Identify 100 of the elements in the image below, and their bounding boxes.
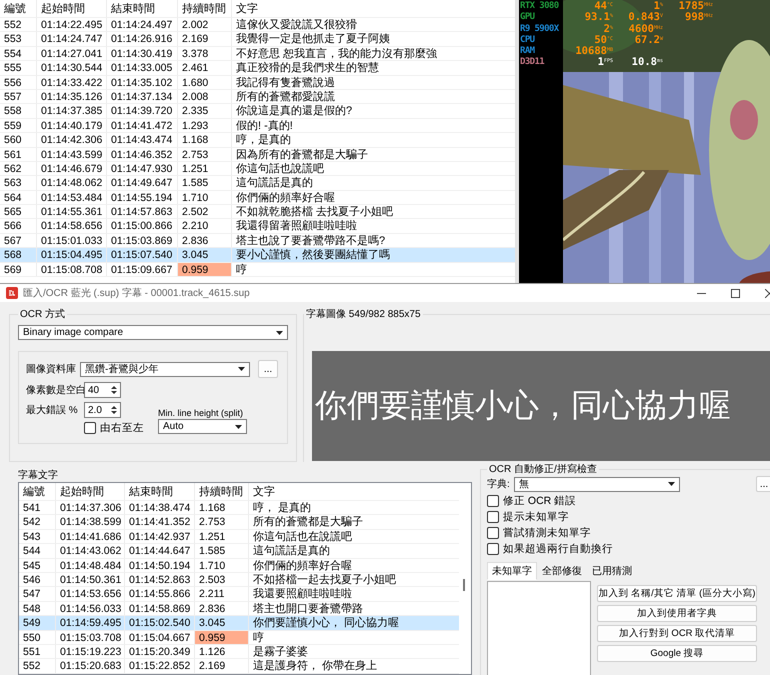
table-row[interactable]: 563 01:14:48.062 01:14:49.647 1.585 這句謊話是真的	[0, 176, 515, 191]
table-cell-text: 哼，是真的	[235, 133, 292, 147]
table-cell-text: 我還得留著照顧哇啦哇啦	[235, 219, 358, 233]
table-row[interactable]: 553 01:14:24.747 01:14:26.916 2.169 我覺得一定是他抓走了夏子阿姨	[0, 32, 515, 47]
table-row[interactable]: 552 01:14:22.495 01:14:24.497 2.002 這傢伙又愛說謊又很狡猾	[0, 18, 515, 32]
table-row[interactable]: 545 01:14:48.484 01:14:50.194 1.710 你們倆的頻率好合喔	[19, 558, 459, 573]
min-line-height-dropdown[interactable]: Auto	[158, 419, 247, 434]
table-cell-text: 我記得有隻蒼鷺說過	[235, 76, 336, 89]
table-cell: 01:14:55.361	[37, 205, 107, 218]
table-row[interactable]: 564 01:14:53.484 01:14:55.194 1.710 你們倆的頻率好合喔	[0, 190, 515, 206]
dictionary-dropdown[interactable]: 無	[514, 476, 680, 492]
table-cell-text: 所有的蒼鷺都愛說謊	[235, 90, 336, 104]
column-header[interactable]: 持續時間	[178, 0, 232, 17]
table-row[interactable]: 546 01:14:50.361 01:14:52.863 2.503 不如搭檔一起去找夏子小姐吧	[19, 572, 459, 588]
table-cell: 2.169	[178, 32, 232, 46]
table-row[interactable]: 569 01:15:08.708 01:15:09.667 0.959 哼	[0, 262, 515, 278]
table-cell-text: 這是護身符， 你帶在身上	[252, 659, 378, 673]
table-row[interactable]: 549 01:14:59.495 01:15:02.540 3.045 你們要謹慎小心， 同心協力喔	[19, 616, 459, 631]
checkbox[interactable]	[487, 494, 499, 506]
table-row[interactable]: 556 01:14:33.422 01:14:35.102 1.680 我記得有隻蒼鷺說過	[0, 76, 515, 90]
table-cell-text: 所有的蒼鷺都是大騙子	[252, 515, 364, 529]
table-cell-text: 不如就乾脆搭檔 去找夏子小姐吧	[235, 205, 394, 218]
table-cell: 01:14:40.179	[37, 118, 107, 132]
table-row[interactable]: 558 01:14:37.385 01:14:39.720 2.335 你說這是真的還是假的?	[0, 104, 515, 119]
browse-button[interactable]: ...	[258, 360, 278, 378]
table-row[interactable]: 543 01:14:41.686 01:14:42.937 1.251 你這句話也在說謊吧	[19, 530, 459, 544]
spin-arrows-icon[interactable]	[111, 405, 117, 415]
caret-icon	[238, 367, 245, 371]
column-header[interactable]: 文字	[249, 483, 459, 500]
table-cell: 544	[19, 544, 56, 558]
action-button[interactable]: 加入行對到 OCR 取代清單	[597, 625, 757, 642]
table-row[interactable]: 566 01:14:58.656 01:15:00.866 2.210 我還得留著照顧哇啦哇啦	[0, 219, 515, 234]
action-button[interactable]: 加入到使用者字典	[597, 605, 757, 622]
table-cell-text: 這句謊話是真的	[252, 544, 331, 558]
table-row[interactable]: 562 01:14:46.679 01:14:47.930 1.251 你這句話也說謊吧	[0, 162, 515, 176]
table-cell: 01:15:19.223	[56, 644, 125, 658]
osd-value: 10.8	[632, 57, 657, 69]
column-header[interactable]: 文字	[232, 0, 515, 17]
osd-value: 1785	[678, 1, 704, 12]
tab[interactable]: 全部修復	[537, 562, 587, 580]
osd-label: RAM	[519, 46, 536, 57]
table-row[interactable]: 565 01:14:55.361 01:14:57.863 2.502 不如就乾脆搭檔 去找夏子小姐吧	[0, 205, 515, 220]
checkbox[interactable]	[487, 542, 499, 554]
table-row[interactable]: 559 01:14:40.179 01:14:41.472 1.293 假的! -真的!	[0, 118, 515, 134]
pixels-spin-field[interactable]: 40	[84, 382, 121, 398]
table-row[interactable]: 555 01:14:30.544 01:14:33.005 2.461 真正狡猾的是我們求生的智慧	[0, 61, 515, 76]
table-cell: 2.753	[178, 148, 232, 161]
checkbox[interactable]	[487, 510, 499, 522]
table-row[interactable]: 550 01:15:03.708 01:15:04.667 0.959 哼	[19, 630, 459, 645]
action-button[interactable]: Google 搜尋	[597, 645, 757, 662]
column-header[interactable]: 起始時間	[37, 0, 107, 17]
column-header[interactable]: 編號	[0, 0, 37, 17]
caret-icon	[668, 482, 675, 486]
image-database-dropdown[interactable]: 黑鑽-蒼鷺與少年	[80, 362, 250, 376]
tab[interactable]: 未知單字	[487, 562, 537, 580]
table-cell: 1.251	[195, 530, 249, 544]
column-header[interactable]: 結束時間	[125, 483, 195, 500]
table-cell: 01:14:58.869	[125, 602, 195, 616]
checkbox-label: 嘗試猜測未知單字	[503, 526, 591, 540]
table-cell: 554	[0, 46, 37, 60]
table-cell: 01:14:48.484	[56, 558, 125, 572]
maximize-icon[interactable]	[731, 288, 740, 298]
table-cell: 2.211	[195, 587, 249, 601]
table-row[interactable]: 547 01:14:53.656 01:14:55.866 2.211 我還要照顧哇啦哇啦	[19, 587, 459, 602]
table-row[interactable]: 552 01:15:20.683 01:15:22.852 2.169 這是護身符， 你帶在身上	[19, 659, 459, 674]
column-header[interactable]: 結束時間	[107, 0, 178, 17]
caret-icon	[276, 330, 283, 334]
table-cell-text: 你們倆的頻率好合喔	[235, 190, 336, 204]
action-button[interactable]: 加入到 名稱/其它 清單 (區分大小寫)	[597, 585, 757, 602]
table-row[interactable]: 561 01:14:43.599 01:14:46.352 2.753 因為所有的蒼鷺都是大騙子	[0, 148, 515, 162]
table-cell: 2.461	[178, 61, 232, 75]
browse-button[interactable]: ...	[756, 476, 770, 492]
tab[interactable]: 已用猜測	[587, 562, 637, 580]
ocr-method-dropdown[interactable]: Binary image compare	[18, 325, 288, 340]
checkbox[interactable]	[487, 526, 499, 538]
osd-value: 1	[654, 1, 660, 12]
table-cell: 01:14:53.484	[37, 190, 107, 204]
table-row[interactable]: 544 01:14:43.062 01:14:44.647 1.585 這句謊話是真的	[19, 544, 459, 559]
table-row[interactable]: 560 01:14:42.306 01:14:43.474 1.168 哼，是真的	[0, 133, 515, 148]
column-header[interactable]: 編號	[19, 483, 56, 500]
column-header[interactable]: 起始時間	[56, 483, 125, 500]
table-row[interactable]: 541 01:14:37.306 01:14:38.474 1.168 哼， 是真的	[19, 501, 459, 516]
table-cell: 555	[0, 61, 37, 75]
max-error-spin-field[interactable]: 2.0	[84, 402, 121, 418]
table-row[interactable]: 551 01:15:19.223 01:15:20.349 1.126 是霧子婆婆	[19, 644, 459, 660]
table-row[interactable]: 554 01:14:27.041 01:14:30.419 3.378 不好意思 恕我直言，我的能力沒有那麼強	[0, 46, 515, 62]
table-row[interactable]: 542 01:14:38.599 01:14:41.352 2.753 所有的蒼鷺都是大騙子	[19, 515, 459, 530]
spin-arrows-icon[interactable]	[111, 385, 117, 395]
checkbox[interactable]	[84, 422, 96, 434]
table-cell: 01:14:43.599	[37, 148, 107, 161]
table-row[interactable]: 568 01:15:04.495 01:15:07.540 3.045 要小心謹慎，然後要團結懂了嗎	[0, 248, 515, 263]
table-cell: 1.710	[195, 558, 249, 572]
table-cell: 01:14:50.194	[125, 558, 195, 572]
table-cell: 2.753	[195, 515, 249, 529]
table-cell: 3.378	[178, 46, 232, 60]
table-cell: 01:14:43.474	[107, 133, 178, 147]
column-header[interactable]: 持續時間	[195, 483, 249, 500]
table-row[interactable]: 557 01:14:35.126 01:14:37.134 2.008 所有的蒼鷺都愛說謊	[0, 90, 515, 104]
table-cell-text: 你這句話也在說謊吧	[252, 530, 353, 544]
table-cell: 0.959	[178, 262, 232, 276]
